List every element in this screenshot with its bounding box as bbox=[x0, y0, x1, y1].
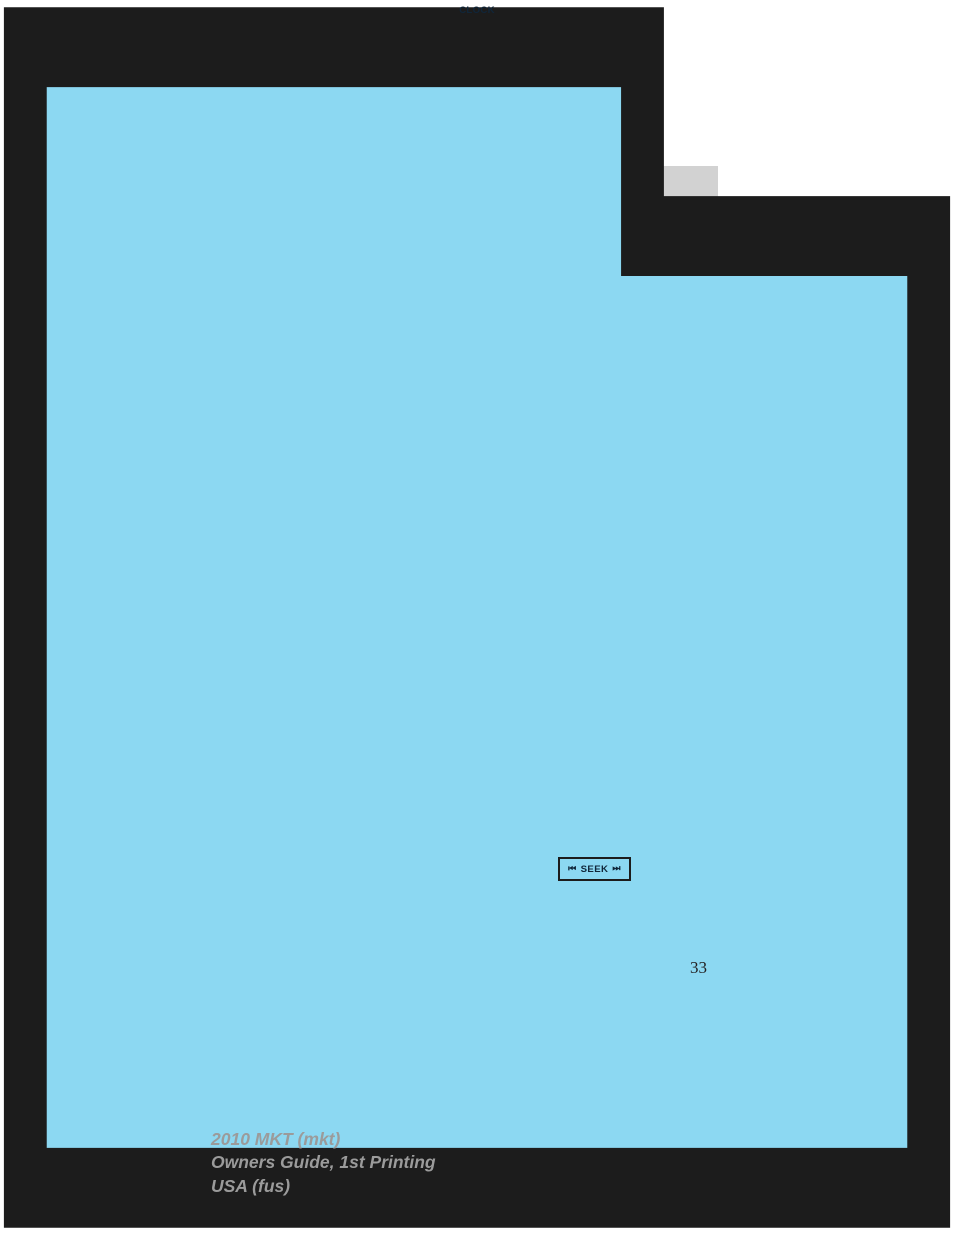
document-footer: 2010 MKT (mkt) Owners Guide, 1st Printin… bbox=[211, 1128, 436, 1198]
seek-button-label: SEEK bbox=[580, 863, 609, 875]
footer-line-3: USA (fus) bbox=[211, 1175, 291, 1196]
clock-button-label: CLOCK bbox=[459, 5, 495, 16]
seek-prev-icon: ⏮ bbox=[568, 863, 577, 874]
page-number: 33 bbox=[690, 958, 707, 977]
seek-next-icon: ⏭ bbox=[612, 863, 621, 874]
seek-button[interactable]: ⏮ SEEK ⏭ bbox=[558, 857, 631, 881]
footer-line-2: Owners Guide, 1st Printing bbox=[211, 1152, 436, 1173]
manual-page: Entertainment Systems 1. I (Information)… bbox=[0, 0, 954, 1235]
clock-button-shape bbox=[3, 7, 951, 1228]
clock-button[interactable]: CLOCK bbox=[0, 0, 951, 1228]
footer-line-1: 2010 MKT (mkt) bbox=[211, 1129, 341, 1149]
